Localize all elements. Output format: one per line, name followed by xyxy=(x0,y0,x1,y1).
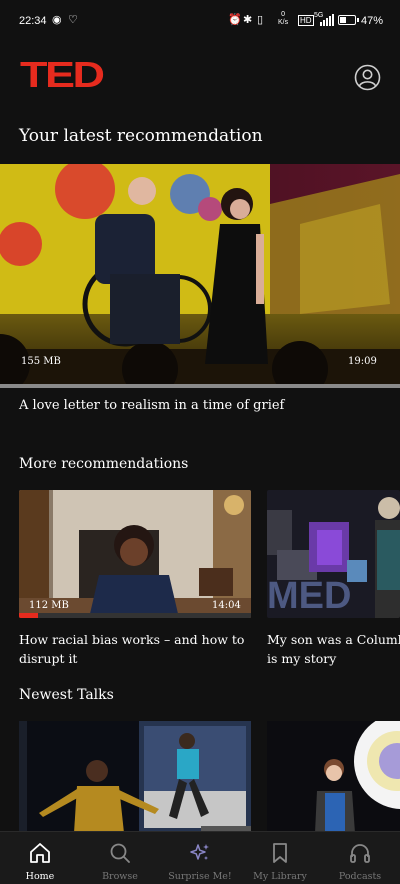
talk-photo xyxy=(19,490,251,618)
duration-label: 19:09 xyxy=(348,356,377,367)
nav-browse[interactable]: Browse xyxy=(80,832,160,884)
card-1-title[interactable]: How racial bias works – and how to disru… xyxy=(19,630,254,668)
card-2-title[interactable]: My son was a Columb is my story xyxy=(267,630,400,668)
sparkle-icon xyxy=(190,844,209,860)
talk-photo xyxy=(267,721,400,833)
status-bar: 22:34 ◉ ♡ ⏰ ✱ ▯ 0 K/s HD 5G 47% xyxy=(0,0,400,44)
bottom-navigation: Home Browse Surprise Me! My Library Podc… xyxy=(0,831,400,884)
recommendation-card-1[interactable]: 112 MB 14:04 xyxy=(19,490,251,618)
battery-icon xyxy=(338,15,359,25)
battery-percent: 47% xyxy=(361,15,384,27)
watch-progress-bar xyxy=(0,384,400,388)
bluetooth-icon: ✱ xyxy=(243,14,253,26)
nav-home[interactable]: Home xyxy=(0,832,80,884)
status-time: 22:34 xyxy=(19,15,47,27)
file-size-label: 112 MB xyxy=(29,600,69,611)
vibrate-icon: ▯ xyxy=(257,14,264,26)
latest-talk-title[interactable]: A love letter to realism in a time of gr… xyxy=(19,398,284,413)
talk-photo xyxy=(0,164,400,384)
eye-icon: ◉ xyxy=(52,14,62,26)
more-section-title: More recommendations xyxy=(19,456,189,472)
newest-talk-card-2[interactable] xyxy=(267,721,400,833)
newest-talk-card-1[interactable] xyxy=(19,721,251,833)
heart-icon: ♡ xyxy=(68,14,78,26)
ted-logo[interactable]: TED xyxy=(20,57,105,93)
signal-icon xyxy=(320,14,334,26)
talk-photo: MED xyxy=(267,490,400,618)
latest-talk-thumbnail[interactable]: 155 MB 19:09 xyxy=(0,164,400,384)
nav-my-library[interactable]: My Library xyxy=(240,832,320,884)
svg-text:MED: MED xyxy=(267,575,351,617)
file-size-label: 155 MB xyxy=(21,356,61,367)
duration-label: 14:04 xyxy=(212,600,241,611)
talk-photo xyxy=(19,721,251,833)
nav-podcasts[interactable]: Podcasts xyxy=(320,832,400,884)
alarm-icon: ⏰ xyxy=(228,14,242,26)
headphones-icon xyxy=(350,844,370,863)
card-progress-fill xyxy=(19,613,38,618)
latest-section-title: Your latest recommendation xyxy=(19,126,263,146)
search-icon xyxy=(110,843,130,863)
home-icon xyxy=(30,843,50,863)
profile-icon[interactable] xyxy=(354,64,381,91)
bookmark-icon xyxy=(273,843,287,863)
hd-badge: HD xyxy=(298,15,314,26)
nav-surprise-me[interactable]: Surprise Me! xyxy=(160,832,240,884)
net-speed: 0 K/s xyxy=(278,11,289,26)
recommendation-card-2[interactable]: MED xyxy=(267,490,400,618)
newest-section-title: Newest Talks xyxy=(19,687,114,703)
